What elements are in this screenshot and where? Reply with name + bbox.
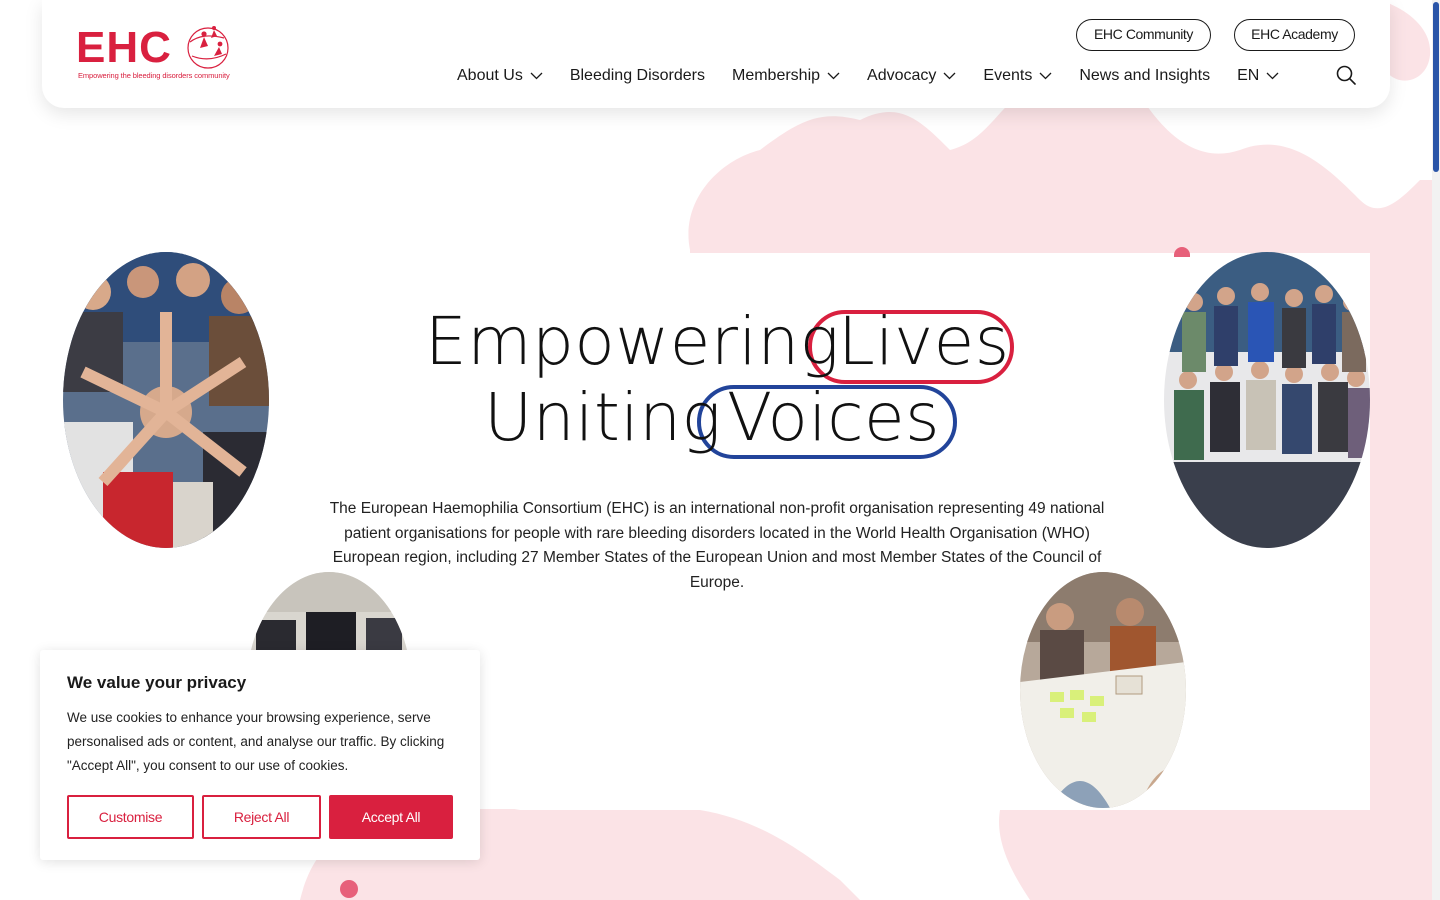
nav-advocacy[interactable]: Advocacy	[867, 67, 956, 85]
decorative-dot	[340, 880, 358, 898]
nav-about-us[interactable]: About Us	[457, 67, 543, 85]
nav-label: Events	[983, 67, 1033, 84]
nav-label: Membership	[732, 67, 821, 84]
headline-voices: Voices	[727, 379, 941, 456]
accept-all-button[interactable]: Accept All	[329, 795, 453, 839]
headline-uniting: Uniting	[484, 379, 722, 456]
chevron-down-icon	[827, 72, 840, 80]
nav-events[interactable]: Events	[983, 67, 1052, 85]
nav-label: Bleeding Disorders	[569, 67, 705, 84]
search-icon[interactable]	[1336, 65, 1356, 85]
nav-label: Advocacy	[867, 67, 937, 84]
headline-empowering: Empowering	[425, 303, 840, 380]
reject-all-button[interactable]: Reject All	[202, 795, 321, 839]
chevron-down-icon	[1266, 72, 1279, 80]
nav-bleeding-disorders[interactable]: Bleeding Disorders	[570, 67, 705, 85]
chevron-down-icon	[943, 72, 956, 80]
scrollbar-thumb[interactable]	[1433, 2, 1439, 172]
nav-label: EN	[1237, 67, 1260, 84]
cookie-text: We use cookies to enhance your browsing …	[67, 710, 445, 773]
cookie-title: We value your privacy	[67, 673, 247, 692]
logo-text: EHC	[76, 23, 172, 72]
hero-photo-hands-circle	[63, 252, 269, 548]
site-header: EHC Empowering the bleeding disorders co…	[42, 0, 1390, 108]
globe-figures-icon	[187, 26, 229, 69]
page-scrollbar[interactable]	[1432, 0, 1440, 900]
language-selector[interactable]: EN	[1237, 67, 1279, 85]
nav-news-and-insights[interactable]: News and Insights	[1079, 67, 1210, 85]
chevron-down-icon	[1039, 72, 1052, 80]
ehc-community-button[interactable]: EHC Community	[1076, 19, 1211, 51]
chevron-down-icon	[530, 72, 543, 80]
nav-label: News and Insights	[1079, 67, 1211, 84]
headline-lives: Lives	[838, 303, 1010, 380]
customise-button[interactable]: Customise	[67, 795, 194, 839]
hero-intro-text: The European Haemophilia Consortium (EHC…	[329, 500, 1105, 591]
ehc-logo[interactable]: EHC Empowering the bleeding disorders co…	[76, 24, 236, 84]
decorative-dot	[1174, 247, 1190, 257]
nav-membership[interactable]: Membership	[732, 67, 840, 85]
hero-photo-group	[1164, 252, 1370, 548]
main-nav: About Us Bleeding Disorders Membership A…	[457, 64, 1306, 88]
ehc-academy-button[interactable]: EHC Academy	[1234, 19, 1355, 51]
nav-label: About Us	[457, 67, 523, 84]
cookie-banner: We value your privacy We use cookies to …	[40, 650, 480, 860]
hero-photo-workshop	[1020, 572, 1186, 808]
logo-tagline: Empowering the bleeding disorders commun…	[78, 71, 230, 80]
